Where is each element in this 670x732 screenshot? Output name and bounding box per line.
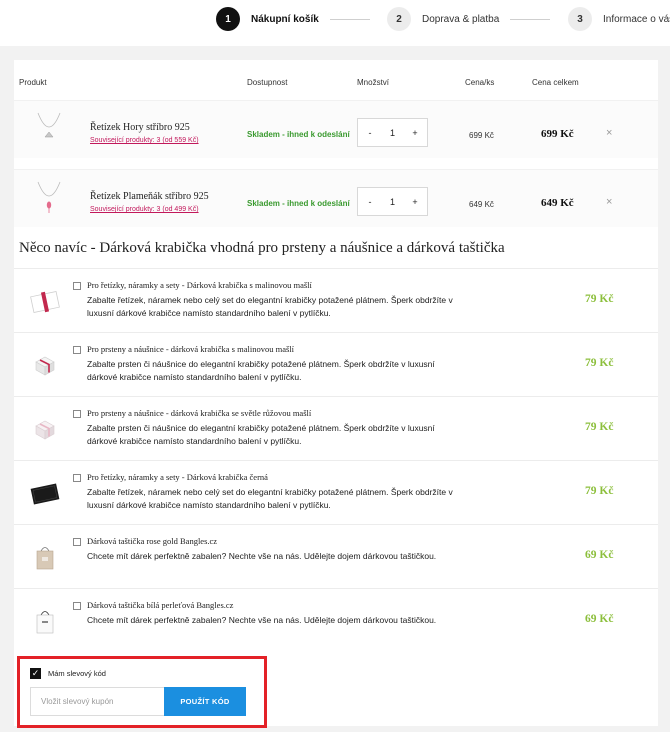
cart-item: Řetízek Plameňák stříbro 925 Související… [14,169,658,227]
unit-price: 649 Kč [469,200,494,209]
extra-description: Chcete mít dárek perfektně zabalen? Nech… [87,551,437,561]
product-name[interactable]: Řetízek Hory stříbro 925 [90,122,190,133]
extra-checkbox[interactable] [73,602,81,610]
related-products-link[interactable]: Související produkty: 3 (od 559 Kč) [90,137,199,144]
quantity-stepper: - 1 + [357,187,428,216]
extras-title: Něco navíc - Dárková krabička vhodná pro… [19,240,505,256]
extra-price: 79 Kč [585,293,614,305]
apply-discount-button[interactable]: POUŽÍT KÓD [164,687,246,716]
extra-item: Pro řetízky, náramky a sety - Dárková kr… [14,460,658,524]
extra-name: Pro řetízky, náramky a sety - Dárková kr… [87,280,312,290]
extra-price: 79 Kč [585,357,614,369]
step-number: 1 [216,7,240,31]
discount-checkbox[interactable]: ✓ [30,668,41,679]
quantity-value[interactable]: 1 [390,197,395,207]
extra-price: 69 Kč [585,613,614,625]
quantity-increase-button[interactable]: + [410,128,420,138]
header-unit-price: Cena/ks [465,78,495,87]
quantity-value[interactable]: 1 [390,128,395,138]
related-products-link[interactable]: Související produkty: 3 (od 499 Kč) [90,206,199,213]
step-divider [510,19,550,20]
header-availability: Dostupnost [247,78,288,87]
extra-name: Pro prsteny a náušnice - dárková krabičk… [87,344,295,354]
total-price: 699 Kč [541,128,574,140]
extra-description: Zabalte řetízek, náramek nebo celý set d… [87,487,453,510]
step-label: Informace o vás [603,13,670,25]
remove-item-button[interactable]: × [606,196,612,208]
necklace-mountain-icon [37,112,61,138]
total-price: 649 Kč [541,197,574,209]
extra-name: Pro řetízky, náramky a sety - Dárková kr… [87,472,268,482]
header-quantity: Množství [357,78,390,87]
ring-box-pink-icon [35,420,55,440]
extra-item: Pro prsteny a náušnice - dárková krabičk… [14,396,658,460]
header-product: Produkt [19,78,47,87]
step-label: Nákupní košík [251,13,319,25]
cart-item: Řetízek Hory stříbro 925 Související pro… [14,100,658,158]
quantity-decrease-button[interactable]: - [365,197,375,207]
extra-name: Pro prsteny a náušnice - dárková krabičk… [87,408,312,418]
extra-price: 79 Kč [585,421,614,433]
step-label: Doprava & platba [422,13,500,25]
extra-item: Pro prsteny a náušnice - dárková krabičk… [14,332,658,396]
cart-panel: Produkt Dostupnost Množství Cena/ks Cena… [14,60,658,728]
extra-item: Dárková taštička rose gold Bangles.cz Ch… [14,524,658,588]
extra-price: 79 Kč [585,485,614,497]
extra-checkbox[interactable] [73,282,81,290]
extra-description: Chcete mít dárek perfektně zabalen? Nech… [87,615,437,625]
extra-item: Dárková taštička bílá perleťová Bangles.… [14,588,658,652]
product-name[interactable]: Řetízek Plameňák stříbro 925 [90,191,209,202]
gift-box-raspberry-icon [30,290,60,314]
step-number: 2 [387,7,411,31]
step-shipping-payment[interactable]: 2 Doprava & platba [387,7,499,31]
extra-checkbox[interactable] [73,474,81,482]
step-divider [330,19,370,20]
step-customer-info[interactable]: 3 Informace o vás [568,7,670,31]
step-cart[interactable]: 1 Nákupní košík [216,7,319,31]
unit-price: 699 Kč [469,131,494,140]
gift-bag-rose-gold-icon [36,547,54,570]
stock-status: Skladem - ihned k odeslání [247,130,350,139]
discount-code-input[interactable] [30,687,165,716]
extra-description: Zabalte prsten či náušnice do elegantní … [87,423,435,446]
extra-description: Zabalte řetízek, náramek nebo celý set d… [87,295,453,318]
remove-item-button[interactable]: × [606,127,612,139]
gift-bag-white-icon [36,611,54,634]
quantity-stepper: - 1 + [357,118,428,147]
discount-code-section: ✓ Mám slevový kód POUŽÍT KÓD [17,656,267,728]
step-number: 3 [568,7,592,31]
stock-status: Skladem - ihned k odeslání [247,199,350,208]
extra-checkbox[interactable] [73,346,81,354]
checkout-steps: 1 Nákupní košík 2 Doprava & platba 3 Inf… [0,0,670,46]
extra-item: Pro řetízky, náramky a sety - Dárková kr… [14,268,658,332]
necklace-flamingo-icon [37,181,61,213]
extra-price: 69 Kč [585,549,614,561]
extra-checkbox[interactable] [73,410,81,418]
ring-box-raspberry-icon [35,356,55,376]
quantity-decrease-button[interactable]: - [365,128,375,138]
extra-name: Dárková taštička bílá perleťová Bangles.… [87,600,234,610]
extra-name: Dárková taštička rose gold Bangles.cz [87,536,218,546]
extra-checkbox[interactable] [73,538,81,546]
discount-checkbox-label[interactable]: Mám slevový kód [48,669,106,678]
quantity-increase-button[interactable]: + [410,197,420,207]
extra-description: Zabalte prsten či náušnice do elegantní … [87,359,435,382]
gift-box-black-icon [30,483,60,505]
header-total-price: Cena celkem [532,78,579,87]
